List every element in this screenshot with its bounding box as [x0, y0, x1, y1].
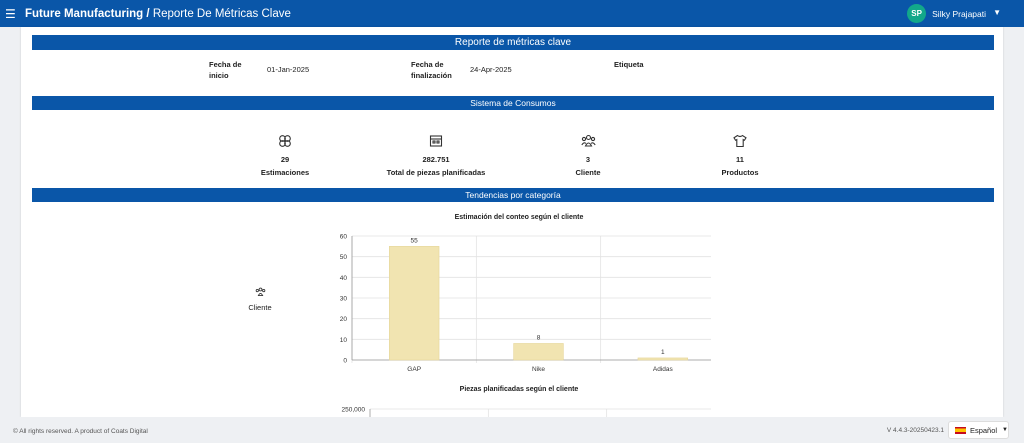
y-tick-label: 30 [340, 296, 348, 303]
page-title: Future Manufacturing / Reporte De Métric… [25, 8, 291, 20]
bar-chart-client-pieces: 250,000 [342, 407, 711, 417]
chart-title: Piezas planificadas según el cliente [459, 386, 579, 393]
metric-label: Estimaciones [260, 168, 310, 177]
report-title: Reporte de métricas clave [32, 35, 994, 50]
spain-flag-icon [955, 426, 966, 434]
bar-chart-client-estimations: 0 10 20 30 40 50 60 55 GAP 8 Nike 1 Adidas [340, 234, 711, 373]
y-tick-label: 0 [343, 358, 347, 365]
y-tick-label: 10 [340, 337, 348, 344]
footer: © All rights reserved. A product of Coat… [0, 417, 1024, 443]
caret-down-icon[interactable]: ▼ [1002, 427, 1008, 433]
start-date-value: 01-Jan-2025 [267, 65, 310, 74]
user-name: Silky Prajapati [932, 8, 986, 19]
avatar[interactable]: SP [907, 4, 927, 23]
data-label: 8 [537, 334, 541, 341]
metric-label: Productos [721, 168, 759, 177]
x-tick-label: GAP [407, 366, 421, 373]
page-name: Reporte De Métricas Clave [152, 7, 291, 20]
menu-icon[interactable]: ☰ [5, 7, 21, 21]
metric-label: Total de piezas planificadas [386, 168, 486, 177]
top-bar: ☰ Future Manufacturing / Reporte De Métr… [0, 0, 1024, 27]
x-tick-label: Adidas [653, 366, 674, 373]
x-tick-label: Nike [532, 366, 545, 373]
metric-products: 11 Productos [660, 134, 820, 177]
data-label: 55 [411, 237, 419, 244]
metric-clients: 3 Cliente [508, 134, 668, 177]
tag-label: Etiqueta [614, 60, 644, 69]
version-text: V 4.4.3-20250423.1 [886, 427, 944, 434]
metric-value: 29 [280, 155, 290, 164]
metric-value: 3 [585, 155, 591, 164]
metric-estimations: 29 Estimaciones [205, 134, 365, 177]
user-menu[interactable]: SP Silky Prajapati ▼ [907, 4, 1001, 23]
y-tick-label: 50 [340, 254, 348, 261]
metric-value: 282.751 [422, 155, 450, 164]
clients-icon [508, 134, 668, 148]
report-card: Reporte de métricas clave Fecha de inici… [21, 27, 1003, 417]
bar [513, 343, 564, 361]
chart-title: Estimación del conteo según el cliente [454, 214, 584, 221]
metric-label: Cliente [575, 168, 601, 177]
consumption-title: Sistema de Consumos [32, 96, 994, 110]
data-label: 1 [661, 349, 665, 356]
side-label-text: Cliente [248, 303, 272, 312]
y-tick-label: 60 [340, 234, 348, 241]
side-client: Cliente [230, 287, 290, 312]
y-tick-label: 20 [340, 316, 348, 323]
y-tick-label: 40 [340, 275, 348, 282]
metric-total-pieces: 282.751 Total de piezas planificadas [356, 134, 516, 177]
copyright-text: © All rights reserved. A product of Coat… [13, 428, 148, 435]
bar [637, 357, 689, 361]
caret-down-icon[interactable]: ▼ [993, 8, 1001, 17]
language-select[interactable]: Español ▼ [948, 421, 1009, 439]
bar [389, 246, 440, 361]
org-name: Future Manufacturing [25, 7, 144, 20]
start-date-label: Fecha de inicio [209, 60, 242, 80]
y-tick-label: 250,000 [342, 407, 366, 414]
title-separator: / [146, 7, 150, 20]
trends-title: Tendencias por categoría [32, 188, 994, 202]
tshirt-icon [660, 134, 820, 148]
metric-value: 11 [736, 155, 744, 164]
factory-icon [356, 134, 516, 148]
end-date-value: 24-Apr-2025 [470, 65, 512, 74]
clients-icon [230, 287, 290, 299]
language-label: Español [969, 425, 998, 435]
end-date-label: Fecha de finalización [411, 60, 452, 80]
estimations-icon [205, 134, 365, 148]
